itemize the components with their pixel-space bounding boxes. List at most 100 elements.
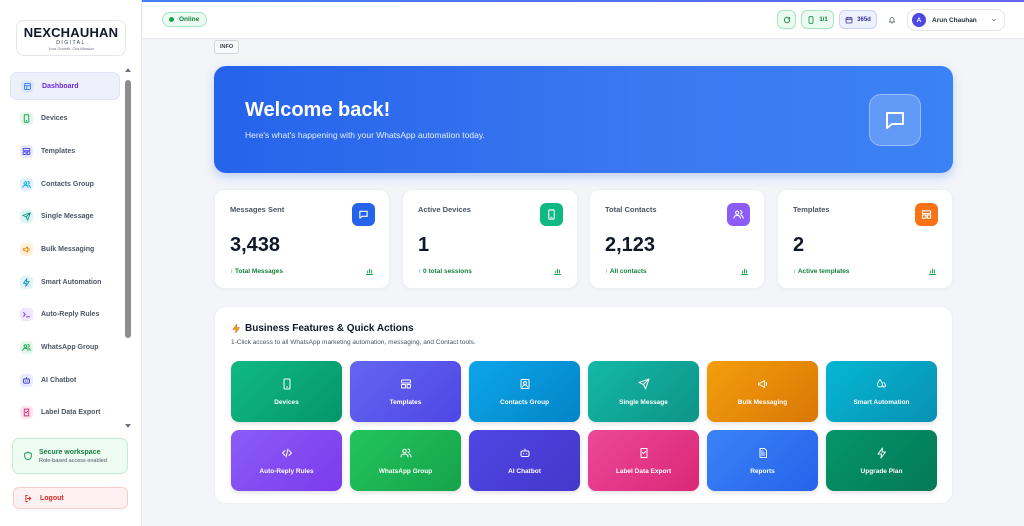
stat-title: Active Devices [418,205,471,214]
plan-days-button[interactable]: 365d [839,10,877,29]
device-count-button[interactable]: 1/1 [801,10,834,29]
chat-bubble-icon [869,94,921,146]
logo-main-text: NEXCHAUHAN [23,24,119,40]
features-title-text: Business Features & Quick Actions [245,323,414,334]
feature-tile-smart-automation[interactable]: Smart Automation [826,361,937,422]
feature-tile-single-message[interactable]: Single Message [588,361,699,422]
nav-icon-wrap [20,242,33,256]
chevron-down-icon [992,18,996,22]
stat-footnote: ↑ Active templates [793,268,850,275]
feature-tile-devices[interactable]: Devices [231,361,342,422]
top-header: Online 1/1 365d A Arun Chauhan [143,2,1024,39]
sidebar-item-dashboard[interactable]: Dashboard [10,72,120,100]
status-dot-icon [169,17,174,22]
feature-tile-contacts-group[interactable]: Contacts Group [469,361,580,422]
welcome-title: Welcome back! [245,99,391,121]
user-menu[interactable]: A Arun Chauhan [907,9,1005,31]
feature-tile-reports[interactable]: Reports [707,430,818,491]
sidebar-item-label: Auto-Reply Rules [41,311,100,319]
feature-tile-label: Single Message [619,398,668,406]
bar-chart-icon [366,268,373,275]
sidebar-item-bulk-messaging[interactable]: Bulk Messaging [10,235,120,263]
stat-title: Templates [793,205,830,214]
megaphone-icon [22,246,30,253]
sidebar-item-single-message[interactable]: Single Message [10,203,120,231]
feature-tile-ai-chatbot[interactable]: AI Chatbot [469,430,580,491]
scrollbar-thumb[interactable] [125,80,131,338]
feature-tile-whatsapp-group[interactable]: WhatsApp Group [350,430,461,491]
user-name: Arun Chauhan [932,16,977,24]
megaphone-icon [757,379,767,388]
feature-tile-templates[interactable]: Templates [350,361,461,422]
export-icon [640,447,647,458]
sidebar-item-label: Single Message [41,213,94,221]
sidebar-item-label: Label Data Export [41,409,101,417]
scroll-up-arrow-icon[interactable] [125,68,131,72]
sidebar-item-devices[interactable]: Devices [10,105,120,133]
sidebar-item-auto-reply-rules[interactable]: Auto-Reply Rules [10,301,120,329]
brand-logo[interactable]: NEXCHAUHAN DIGITAL Your Growth, Our Miss… [16,20,126,56]
feature-tile-label-data-export[interactable]: Label Data Export [588,430,699,491]
sidebar-item-ai-chatbot[interactable]: AI Chatbot [10,366,120,394]
device-count-label: 1/1 [819,16,828,23]
stat-value: 2 [793,234,805,256]
bar-chart-icon [741,268,748,275]
feature-tile-label: Auto-Reply Rules [259,467,314,475]
bolt-icon [23,277,30,287]
feature-tile-label: Templates [389,398,422,406]
refresh-icon [783,16,790,23]
export-icon [23,409,30,417]
feature-tile-bulk-messaging[interactable]: Bulk Messaging [707,361,818,422]
stat-card-total-contacts[interactable]: Total Contacts 2,123 ↑ All contacts [589,189,765,289]
stat-card-templates[interactable]: Templates 2 ↑ Active templates [777,189,953,289]
sidebar-item-label-data-export[interactable]: Label Data Export [10,399,120,427]
stat-footnote: ↑ Total Messages [230,268,283,275]
drops-icon [876,378,886,387]
template-icon [22,147,31,155]
sidebar-item-templates[interactable]: Templates [10,137,120,165]
logo-tagline: Your Growth, Our Mission [48,45,94,51]
phone-icon [808,15,814,24]
secure-workspace-title: Secure workspace [39,448,101,456]
avatar: A [912,13,926,27]
stat-card-messages-sent[interactable]: Messages Sent 3,438 ↑ Total Messages [214,189,390,289]
info-tag: INFO [214,40,240,54]
feature-tile-label: Bulk Messaging [737,398,788,406]
notifications-button[interactable] [883,10,901,29]
send-icon [22,212,31,221]
code-icon [281,448,292,457]
sidebar-item-label: Dashboard [42,82,79,90]
feature-tile-label: WhatsApp Group [378,467,433,475]
send-icon [638,378,649,389]
sidebar-item-label: WhatsApp Group [41,344,99,351]
sidebar-item-smart-automation[interactable]: Smart Automation [10,268,120,296]
bell-icon [888,16,896,23]
nav-icon-wrap [20,275,33,289]
nav-icon-wrap [20,210,33,224]
group-icon [22,344,31,351]
secure-workspace-subtitle: Role-based access enabled [39,457,107,464]
bot-icon [520,448,529,457]
sidebar-item-contacts-group[interactable]: Contacts Group [10,170,120,198]
scroll-down-arrow-icon[interactable] [125,424,131,428]
features-title: Business Features & Quick Actions [231,323,414,334]
feature-tile-label: AI Chatbot [508,467,541,475]
logout-button[interactable]: Logout [13,487,128,509]
bar-chart-icon [929,268,936,275]
sidebar-item-label: Devices [41,115,68,123]
feature-tile-auto-reply-rules[interactable]: Auto-Reply Rules [231,430,342,491]
feature-tile-upgrade-plan[interactable]: Upgrade Plan [826,430,937,491]
nav-icon-wrap [20,373,33,387]
stat-title: Total Contacts [605,205,657,214]
sidebar-item-whatsapp-group[interactable]: WhatsApp Group [10,334,120,362]
stat-icon-wrap [915,203,938,226]
stat-footnote: ↑ All contacts [605,268,647,275]
sidebar-scrollbar[interactable] [124,68,132,428]
stat-icon-wrap [727,203,750,226]
dashboard-icon [24,82,31,90]
nav-icon-wrap [20,308,33,322]
stat-card-active-devices[interactable]: Active Devices 1 ↑ 0 total sessions [402,189,578,289]
refresh-button[interactable] [777,10,796,29]
sidebar-nav: Dashboard Devices Templates Contacts Group S… [10,72,120,432]
feature-tile-label: Devices [274,398,299,406]
